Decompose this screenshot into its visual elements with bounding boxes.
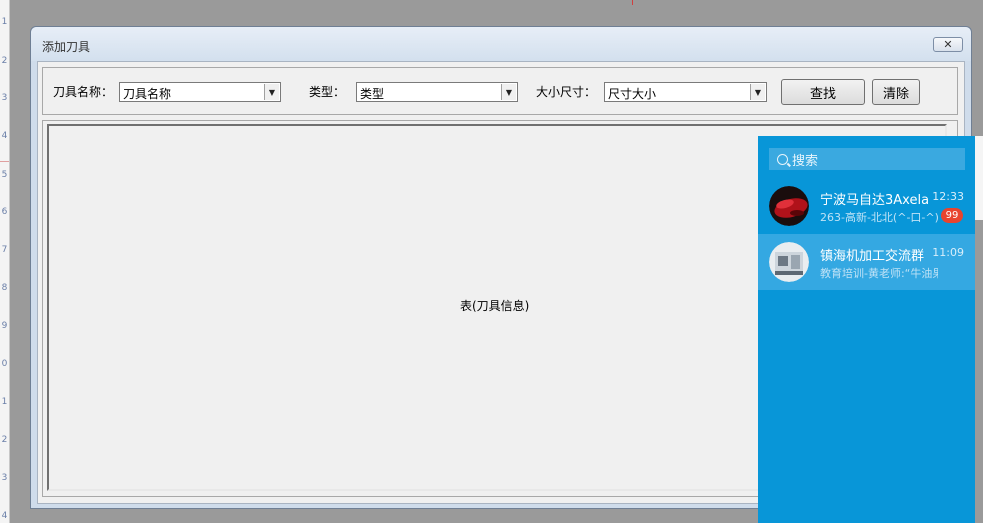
chat-panel: 搜索 宁波马自达3Axela 12:33 263-高新-北北(^-口-^) 99 (758, 136, 975, 523)
close-button[interactable]: ✕ (933, 37, 963, 52)
type-label: 类型： (309, 85, 346, 99)
chat-search-placeholder: 搜索 (792, 153, 819, 169)
ruler-tick: 2 (1, 435, 8, 445)
dialog-title: 添加刀具 (42, 40, 91, 54)
chat-edge-strip (975, 136, 983, 220)
ruler-tick: 7 (1, 245, 8, 255)
table-caption: 表(刀具信息) (460, 299, 530, 313)
ruler-tick: 9 (1, 321, 8, 331)
tool-name-label: 刀具名称： (53, 85, 114, 99)
chevron-down-icon[interactable]: ▼ (501, 84, 516, 100)
ruler-tick: 1 (1, 17, 8, 27)
avatar (769, 242, 809, 282)
chevron-down-icon[interactable]: ▼ (750, 84, 765, 100)
search-icon (777, 153, 788, 165)
ruler-tick: 4 (1, 131, 8, 141)
size-value: 尺寸大小 (608, 87, 657, 101)
size-combobox[interactable]: 尺寸大小 ▼ (604, 82, 767, 102)
conversation-name: 宁波马自达3Axela (820, 193, 928, 208)
ruler-tick: 0 (1, 359, 8, 369)
conversation-preview: 教育培训-黄老师:“牛油果 (820, 267, 938, 280)
ruler-tick: 2 (1, 56, 8, 66)
ruler-tick: 5 (1, 170, 8, 180)
ruler-marker (0, 161, 9, 162)
search-panel: 刀具名称： 刀具名称 ▼ 类型： 类型 ▼ 大小尺寸： 尺寸大小 ▼ 查找 清除 (42, 67, 958, 115)
ruler-tick: 8 (1, 283, 8, 293)
vertical-ruler: 1 2 3 4 5 6 7 8 9 0 1 2 3 4 (0, 0, 10, 523)
conversation-item[interactable]: 宁波马自达3Axela 12:33 263-高新-北北(^-口-^) 99 (758, 178, 975, 234)
size-label: 大小尺寸： (536, 85, 597, 99)
tool-name-combobox[interactable]: 刀具名称 ▼ (119, 82, 281, 102)
ruler-tick: 3 (1, 473, 8, 483)
close-icon: ✕ (943, 38, 953, 51)
type-combobox[interactable]: 类型 ▼ (356, 82, 518, 102)
top-marker (632, 0, 633, 5)
find-button[interactable]: 查找 (781, 79, 865, 105)
type-value: 类型 (360, 87, 385, 101)
conversation-time: 11:09 (932, 246, 964, 259)
conversation-preview: 263-高新-北北(^-口-^) (820, 211, 938, 224)
ruler-tick: 6 (1, 207, 8, 217)
conversation-name: 镇海机加工交流群 (820, 249, 925, 264)
unread-badge: 99 (941, 208, 963, 223)
tool-name-value: 刀具名称 (123, 87, 172, 101)
chat-search-box[interactable]: 搜索 (769, 148, 965, 170)
ruler-tick: 4 (1, 511, 8, 521)
chevron-down-icon[interactable]: ▼ (264, 84, 279, 100)
clear-button[interactable]: 清除 (872, 79, 920, 105)
conversation-time: 12:33 (932, 190, 964, 203)
ruler-tick: 3 (1, 93, 8, 103)
ruler-tick: 1 (1, 397, 8, 407)
dialog-titlebar[interactable]: 添加刀具 ✕ (31, 27, 971, 61)
conversation-item[interactable]: 镇海机加工交流群 11:09 教育培训-黄老师:“牛油果 (758, 234, 975, 290)
avatar (769, 186, 809, 226)
